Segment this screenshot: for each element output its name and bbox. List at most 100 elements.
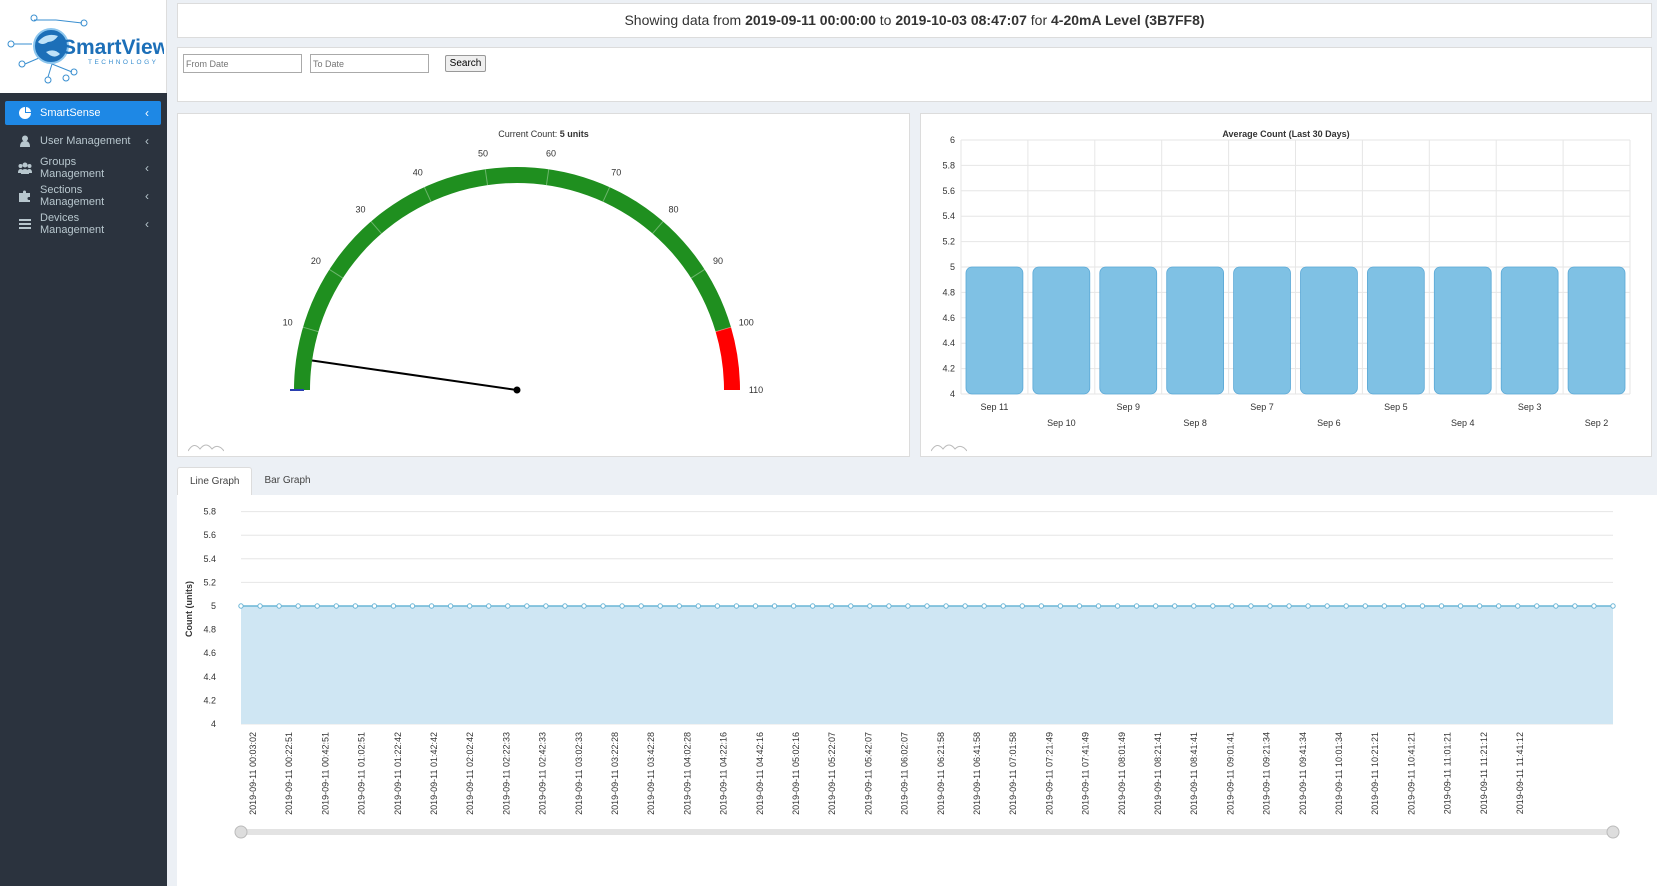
- chevron-left-icon: ‹: [145, 106, 149, 120]
- puzzle-icon: [18, 189, 32, 203]
- line-x-tick-label: 2019-09-11 08:21:41: [1153, 732, 1163, 815]
- bar-9: [1567, 266, 1626, 395]
- bar-2: [1099, 266, 1158, 395]
- sidebar-item-devices-management[interactable]: Devices Management ‹: [5, 212, 161, 236]
- line-point: [943, 603, 949, 609]
- sidebar-item-sections-management[interactable]: Sections Management ‹: [5, 184, 161, 208]
- line-point: [1114, 603, 1121, 609]
- line-x-tick-label: 2019-09-11 11:21:12: [1479, 732, 1489, 814]
- search-button[interactable]: Search: [445, 55, 486, 72]
- gauge-title-prefix: Current Count:: [498, 129, 558, 139]
- gauge-tick-label-30: 30: [355, 204, 365, 214]
- brand-logo[interactable]: SmartView TECHNOLOGY: [0, 0, 167, 93]
- line-x-tick-label: 2019-09-11 01:42:42: [429, 732, 439, 815]
- line-x-tick-label: 2019-09-11 02:22:33: [501, 732, 511, 815]
- line-y-tick-label: 5: [211, 601, 216, 611]
- line-point: [1191, 603, 1197, 609]
- bar-x-tick-label: Sep 9: [1116, 402, 1140, 412]
- tab-bar-graph[interactable]: Bar Graph: [252, 467, 322, 495]
- bar-0: [965, 266, 1024, 395]
- line-point: [676, 603, 682, 609]
- sidebar-item-user-management[interactable]: User Management ‹: [5, 129, 161, 153]
- line-x-tick-label: 2019-09-11 07:41:49: [1081, 732, 1091, 815]
- pie-chart-icon: [18, 106, 32, 120]
- chevron-left-icon: ‹: [145, 161, 149, 175]
- gauge-band-1: [715, 327, 740, 390]
- header-from-date: 2019-09-11 00:00:00: [745, 12, 876, 28]
- chart-thumbnail-icon: [188, 444, 224, 452]
- bar-y-tick-label: 4.4: [942, 338, 955, 348]
- sidebar-item-groups-management[interactable]: Groups Management ‹: [5, 156, 161, 180]
- line-graph-panel: 44.24.44.64.855.25.45.65.86Count (units)…: [177, 483, 1657, 886]
- line-x-tick-label: 2019-09-11 03:42:28: [646, 732, 656, 815]
- line-point: [238, 603, 244, 609]
- line-x-tick-label: 2019-09-11 02:42:33: [538, 732, 548, 815]
- from-date-input[interactable]: [183, 54, 302, 73]
- line-point: [733, 603, 740, 609]
- line-point: [638, 603, 644, 609]
- range-handle-left: [234, 825, 248, 839]
- gauge-tick-label-40: 40: [413, 168, 423, 178]
- line-point: [1057, 603, 1064, 609]
- line-point: [695, 603, 702, 609]
- sidebar-item-label: Devices Management: [40, 212, 105, 236]
- bar-8: [1500, 266, 1559, 395]
- line-y-tick-label: 5.4: [203, 554, 216, 564]
- bar-y-tick-label: 5.2: [942, 237, 955, 247]
- line-point: [1343, 603, 1349, 609]
- chevron-left-icon: ‹: [145, 134, 149, 148]
- line-point: [867, 603, 873, 609]
- line-point: [447, 603, 454, 609]
- line-x-tick-label: 2019-09-11 06:41:58: [972, 732, 982, 815]
- bar-x-tick-label: Sep 10: [1047, 418, 1076, 428]
- bar-x-tick-label: Sep 2: [1585, 418, 1609, 428]
- line-x-tick-label: 2019-09-11 01:02:51: [357, 732, 367, 815]
- line-x-tick-label: 2019-09-11 09:21:34: [1262, 732, 1272, 815]
- line-x-tick-label: 2019-09-11 10:21:21: [1370, 732, 1380, 815]
- line-point: [619, 603, 625, 609]
- bar-x-tick-label: Sep 3: [1518, 402, 1542, 412]
- line-point: [771, 603, 778, 609]
- bar-3: [1166, 266, 1224, 395]
- line-point: [486, 603, 492, 609]
- bar-x-tick-label: Sep 8: [1183, 418, 1207, 428]
- range-scrollbar-track: [241, 829, 1613, 835]
- to-date-input[interactable]: [310, 54, 429, 73]
- sidebar-item-label: Groups Management: [40, 156, 105, 180]
- line-point: [1000, 603, 1006, 609]
- chevron-left-icon: ‹: [145, 217, 149, 231]
- line-point: [1362, 603, 1368, 609]
- line-x-tick-label: 2019-09-11 11:41:12: [1515, 732, 1525, 814]
- line-point: [829, 603, 835, 609]
- line-point: [505, 603, 511, 609]
- sidebar-item-label: Sections Management: [40, 184, 105, 208]
- line-point: [371, 603, 378, 609]
- line-x-tick-label: 2019-09-11 07:01:58: [1008, 732, 1018, 815]
- line-point: [905, 603, 911, 609]
- gauge-tick-label-80: 80: [669, 204, 679, 214]
- line-y-tick-label: 5.8: [203, 507, 216, 517]
- line-point: [1324, 603, 1330, 609]
- line-y-tick-label: 5.2: [203, 577, 216, 587]
- line-point: [1305, 603, 1311, 609]
- line-point: [1286, 603, 1292, 609]
- sidebar-item-smartsense[interactable]: SmartSense ‹: [5, 101, 161, 125]
- line-y-tick-label: 4.8: [203, 625, 216, 635]
- line-point: [390, 603, 397, 609]
- line-x-tick-label: 2019-09-11 04:42:16: [755, 732, 765, 815]
- bar-y-tick-label: 5.4: [942, 211, 955, 221]
- line-point: [562, 603, 568, 609]
- line-point: [1076, 603, 1083, 609]
- bar-6: [1366, 266, 1425, 395]
- line-point: [1210, 603, 1216, 609]
- count-area-chart: 44.24.44.64.855.25.45.65.86Count (units)…: [184, 483, 1620, 839]
- line-x-tick-label: 2019-09-11 05:02:16: [791, 732, 801, 815]
- line-point: [886, 603, 892, 609]
- bar-5: [1300, 266, 1358, 395]
- line-x-tick-label: 2019-09-11 05:42:07: [863, 732, 873, 815]
- line-point: [1534, 603, 1540, 609]
- line-point: [1591, 603, 1597, 609]
- tab-line-graph[interactable]: Line Graph: [177, 467, 253, 495]
- user-icon: [18, 134, 32, 148]
- line-point: [1248, 603, 1254, 609]
